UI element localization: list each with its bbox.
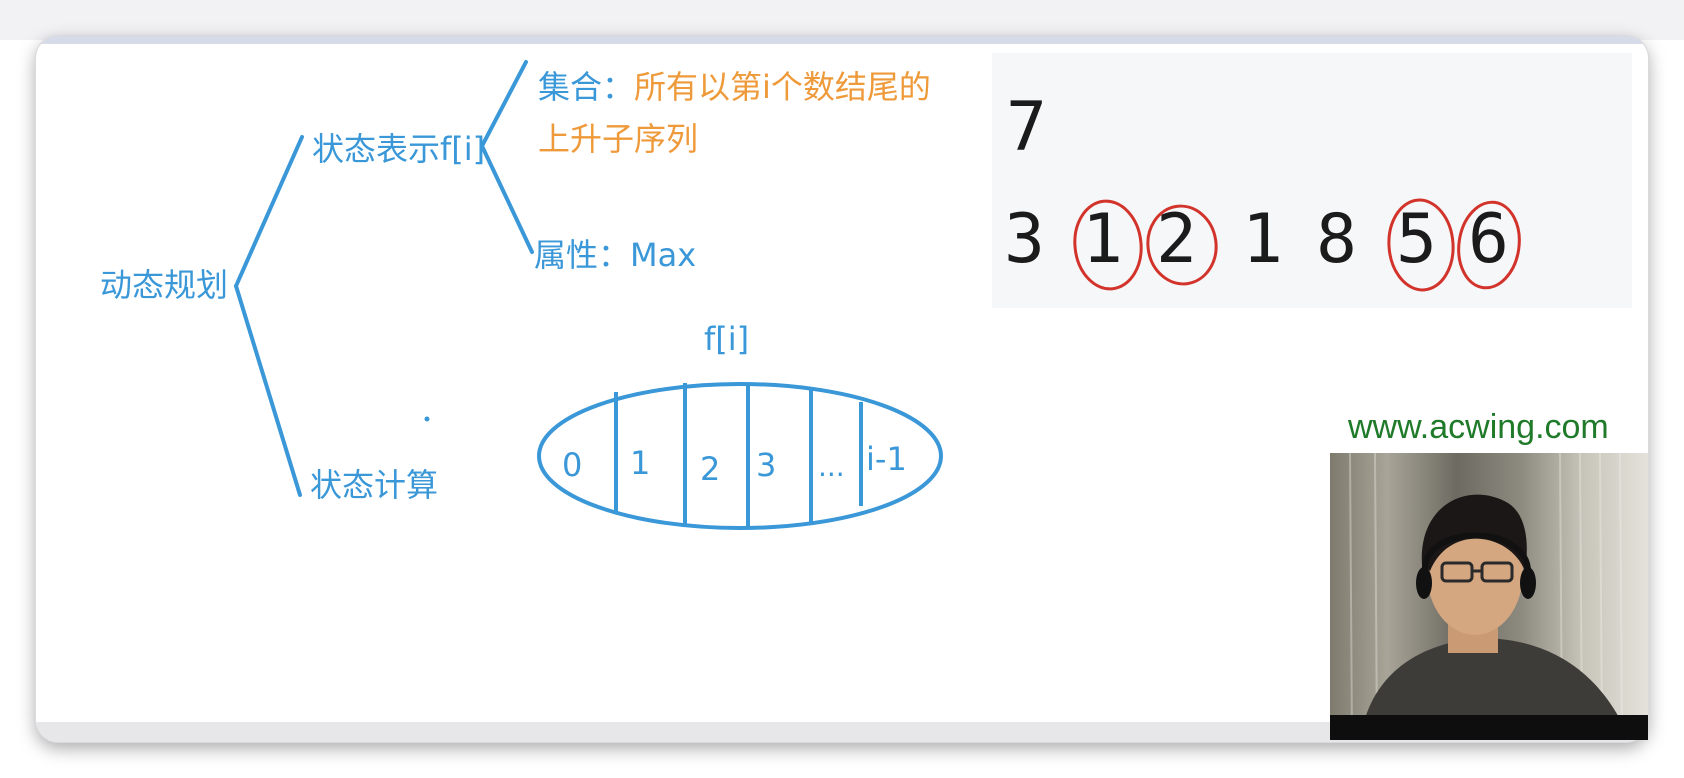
circle-mark-5 <box>1387 198 1455 292</box>
webcam-video <box>1330 453 1648 740</box>
presenter-illustration <box>1330 453 1648 740</box>
circle-mark-6 <box>1457 200 1521 290</box>
acwing-watermark: www.acwing.com <box>1348 408 1609 446</box>
circle-mark-1 <box>1073 199 1143 291</box>
circle-mark-2 <box>1146 204 1218 286</box>
